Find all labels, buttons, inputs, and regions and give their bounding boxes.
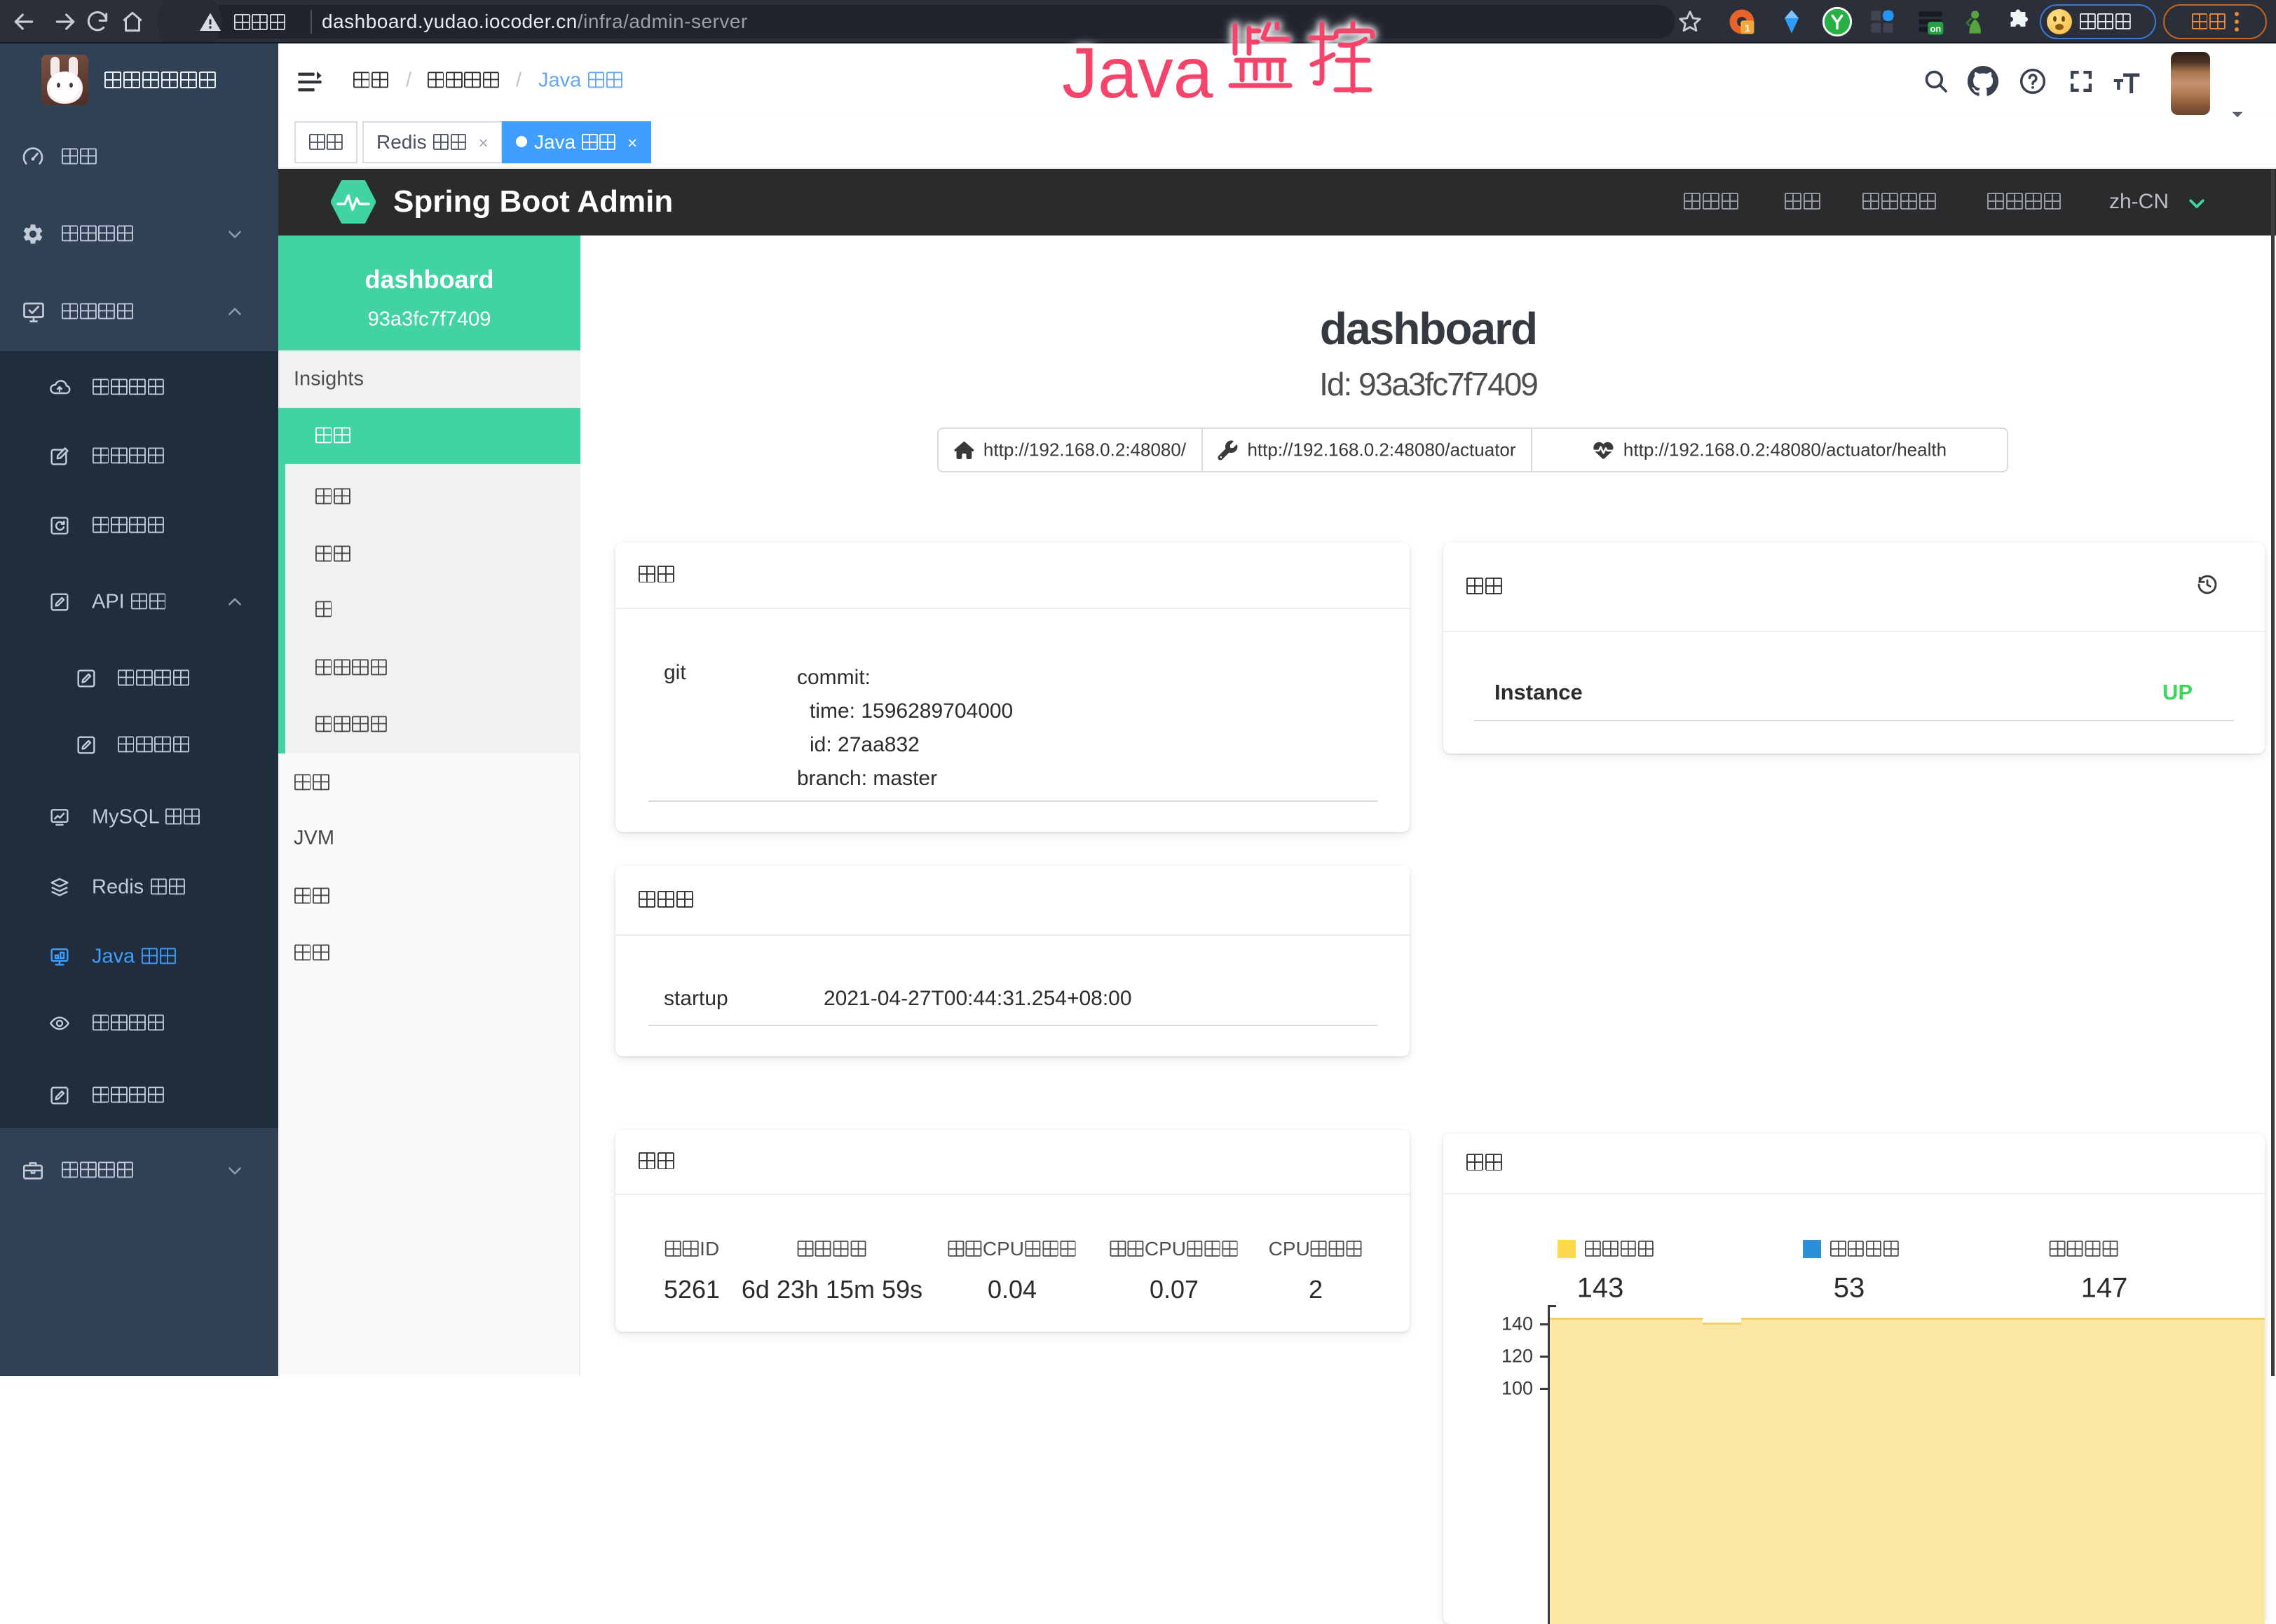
svg-text:on: on: [1930, 24, 1941, 34]
svg-text:1: 1: [1745, 22, 1750, 34]
